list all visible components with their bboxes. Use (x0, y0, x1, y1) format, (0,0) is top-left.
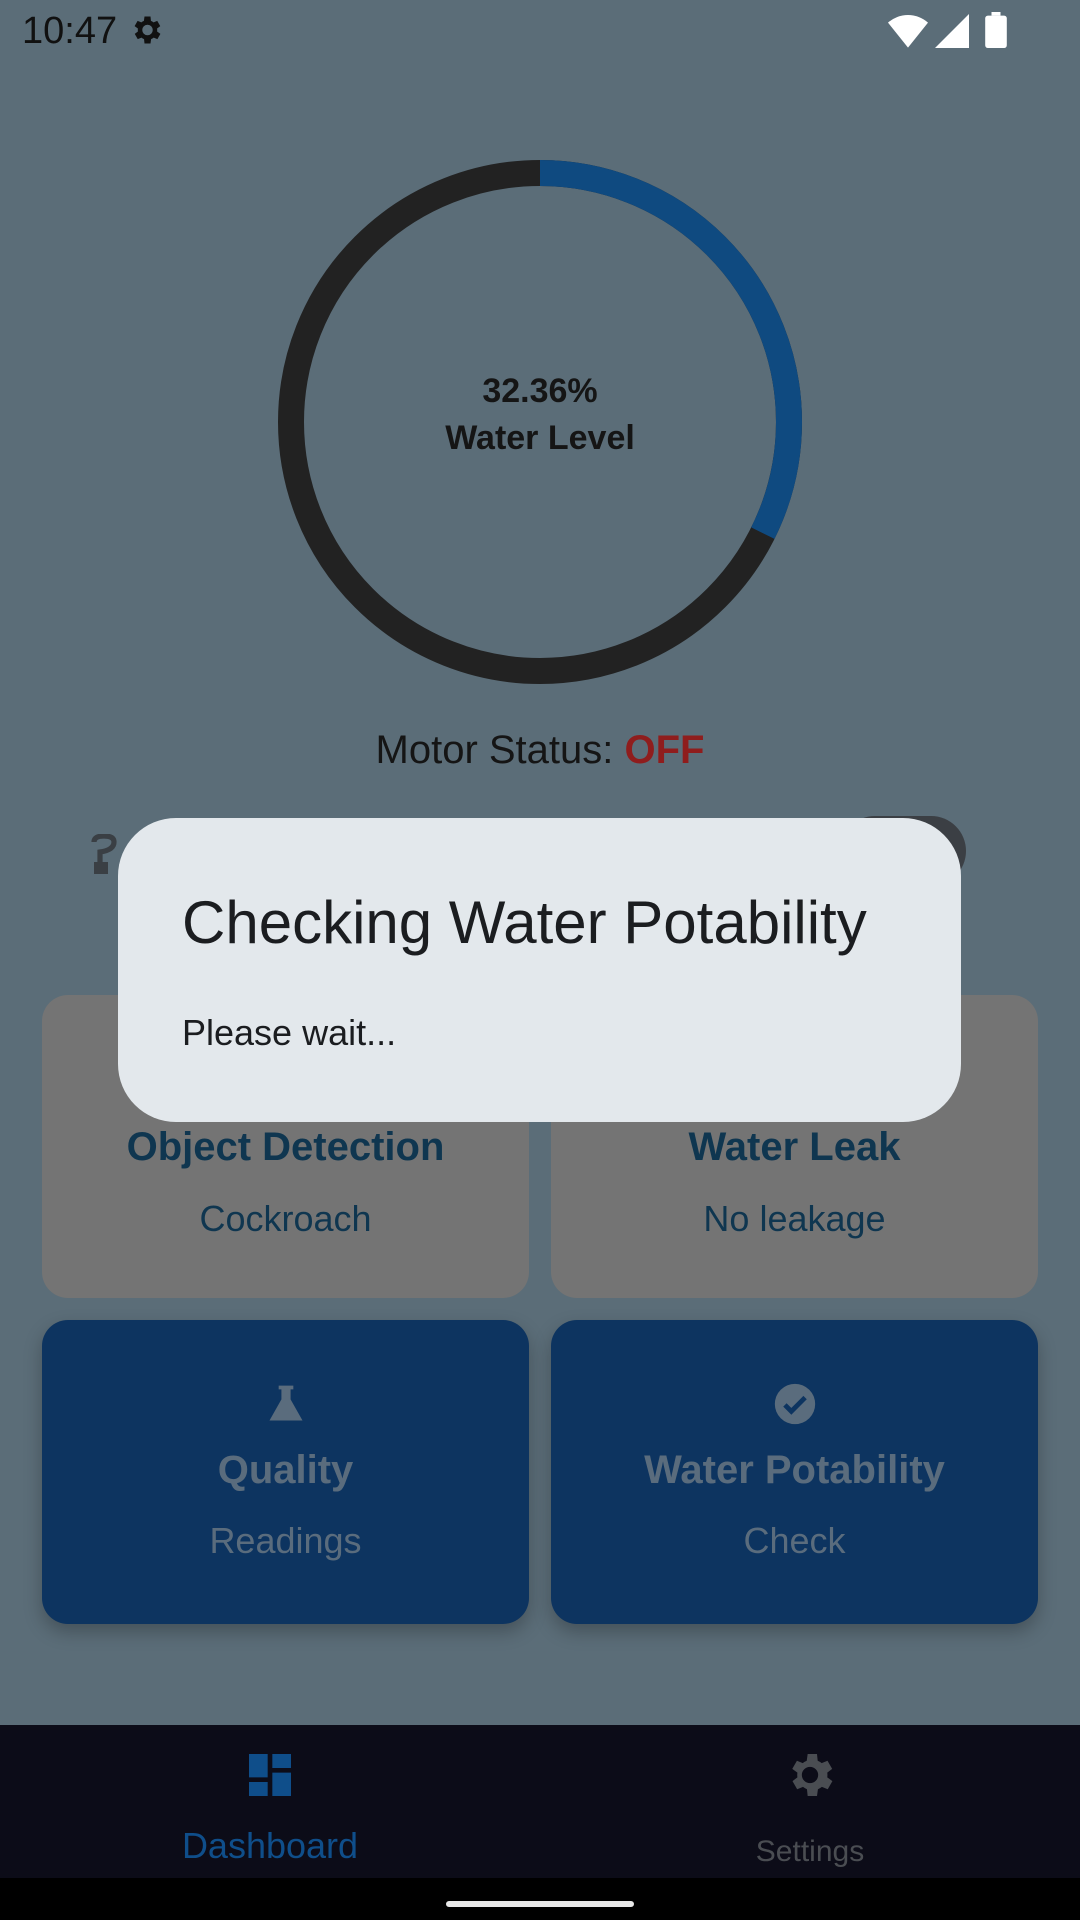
water-level-label: Water Level (445, 419, 635, 457)
dashboard-icon (249, 1754, 291, 1796)
potability-sub: Check (743, 1520, 846, 1561)
signal-icon (935, 14, 969, 48)
nav-dashboard[interactable]: Dashboard (0, 1725, 540, 1878)
check-circle-icon (774, 1383, 815, 1425)
flask-icon (269, 1385, 302, 1421)
home-indicator[interactable] (446, 1901, 634, 1907)
wifi-icon (888, 15, 928, 48)
gauge-readout: 32.36% Water Level (277, 370, 803, 464)
water-leak-title: Water Leak (688, 1125, 901, 1169)
object-detection-title: Object Detection (126, 1125, 445, 1169)
bottom-navigation: Dashboard Settings (0, 1725, 1080, 1878)
status-time: 10:47 (22, 10, 118, 52)
dialog-message: Please wait... (182, 1012, 397, 1053)
quality-sub: Readings (209, 1520, 362, 1561)
status-bar: 10:47 (0, 0, 1080, 62)
potability-title: Water Potability (644, 1448, 945, 1492)
water-leak-value: No leakage (703, 1198, 886, 1239)
quality-title: Quality (217, 1448, 354, 1492)
motor-status-value: OFF (624, 728, 705, 772)
quality-readings-card[interactable]: Quality Readings (42, 1320, 529, 1624)
motor-status: Motor Status: OFF (0, 728, 1080, 773)
battery-icon (985, 12, 1007, 48)
water-level-percent: 32.36% (482, 372, 598, 410)
object-detection-value: Cockroach (199, 1198, 372, 1239)
water-potability-card[interactable]: Water Potability Check (551, 1320, 1038, 1624)
motor-status-label: Motor Status: (375, 728, 625, 772)
potability-dialog: Checking Water Potability Please wait... (118, 818, 961, 1122)
nav-settings[interactable]: Settings (540, 1725, 1080, 1878)
gesture-bar-area (0, 1878, 1080, 1920)
nav-dashboard-label: Dashboard (181, 1825, 359, 1866)
dialog-title: Checking Water Potability (182, 889, 867, 956)
gear-icon (792, 1754, 833, 1796)
settings-gear-icon (134, 16, 161, 44)
nav-settings-label: Settings (755, 1835, 865, 1868)
